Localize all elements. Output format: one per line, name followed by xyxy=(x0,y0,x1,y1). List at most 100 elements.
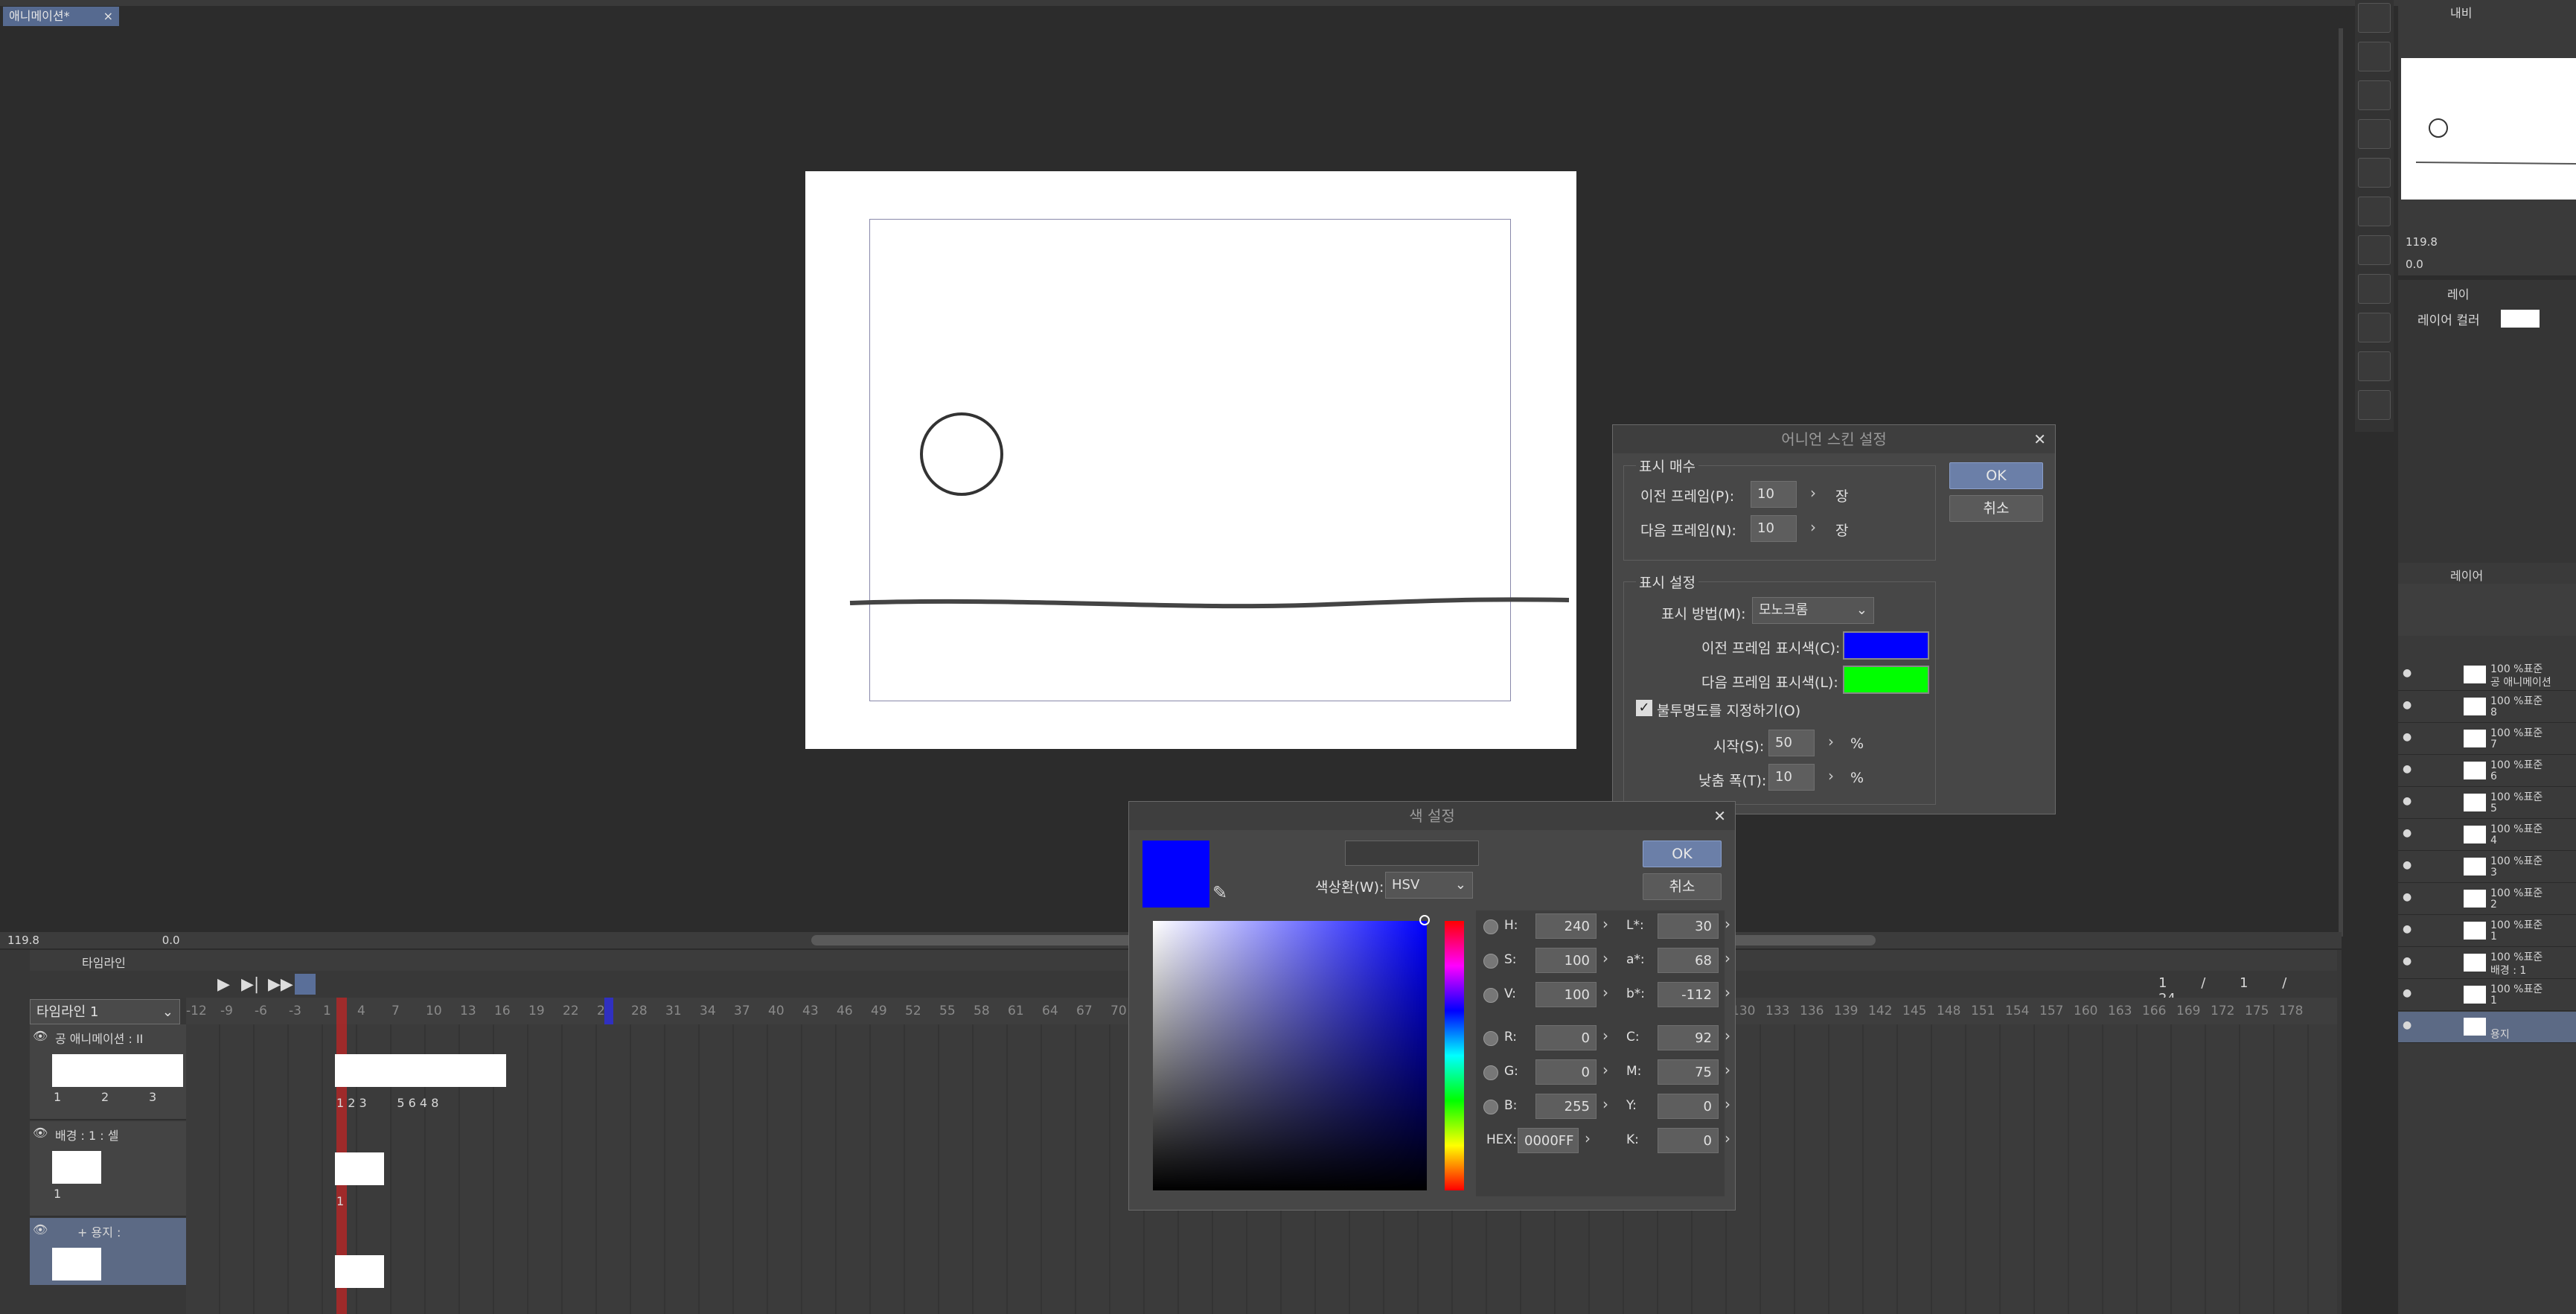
layer-item[interactable]: ● 100 %표준 7 xyxy=(2398,724,2576,755)
command-icon[interactable] xyxy=(2358,274,2391,304)
command-icon[interactable] xyxy=(2358,3,2391,33)
display-method-select[interactable]: 모노크롬 ⌄ xyxy=(1752,597,1874,624)
value-input[interactable]: 100 xyxy=(1535,948,1597,973)
onion-ok-button[interactable]: OK xyxy=(1949,462,2043,489)
color-mode-radio[interactable] xyxy=(1483,1100,1498,1114)
eye-icon[interactable]: ● xyxy=(2403,699,2412,711)
eye-icon[interactable]: ● xyxy=(2403,859,2412,871)
value-input[interactable]: 0000FF xyxy=(1518,1128,1579,1153)
color-mode-radio[interactable] xyxy=(1483,954,1498,969)
value-input[interactable]: 100 xyxy=(1535,982,1597,1007)
value-input[interactable]: 30 xyxy=(1658,913,1719,939)
next-frame-input[interactable]: 10 xyxy=(1751,515,1797,542)
hue-slider[interactable] xyxy=(1445,921,1464,1190)
navigator-preview[interactable] xyxy=(2401,58,2576,200)
value-input[interactable]: 0 xyxy=(1535,1025,1597,1050)
next-color-swatch[interactable] xyxy=(1843,666,1929,694)
value-input[interactable]: 255 xyxy=(1535,1094,1597,1119)
color-mode-radio[interactable] xyxy=(1483,1065,1498,1080)
command-icon[interactable] xyxy=(2358,119,2391,149)
opacity-checkbox[interactable]: ✓ xyxy=(1636,700,1652,716)
navigator-tab[interactable]: 내비 xyxy=(2450,3,2472,21)
document-tab[interactable]: 애니메이션* × xyxy=(3,7,119,26)
prev-frame-input[interactable]: 10 xyxy=(1751,481,1797,508)
navigator-zoom[interactable]: 119.8 xyxy=(2406,235,2438,249)
zoom-readout[interactable]: 119.8 xyxy=(7,934,39,947)
sv-picker[interactable] xyxy=(1153,921,1427,1190)
eye-icon[interactable]: ● xyxy=(2403,955,2412,967)
eye-icon[interactable]: 👁 xyxy=(33,1029,48,1043)
layer-item[interactable]: ● 100 %표준 1 xyxy=(2398,980,2576,1011)
track-ball[interactable]: 👁 공 애니메이션 : II 1 2 3 xyxy=(30,1024,186,1120)
layer-item[interactable]: ● 100 %표준 1 xyxy=(2398,916,2576,947)
value-input[interactable]: 68 xyxy=(1658,948,1719,973)
layer-color-swatch[interactable] xyxy=(2501,310,2540,328)
track-paper[interactable]: 👁 + 용지 : xyxy=(30,1218,186,1285)
navigator-angle[interactable]: 0.0 xyxy=(2406,258,2423,271)
layer-item[interactable]: ● 100 %표준 5 xyxy=(2398,788,2576,819)
color-mode-radio[interactable] xyxy=(1483,988,1498,1003)
color-mode-icons[interactable] xyxy=(1345,841,1479,866)
eyedropper-icon[interactable]: ✎ xyxy=(1212,882,1227,903)
timeline-tab[interactable]: 타임라인 xyxy=(82,953,126,971)
value-input[interactable]: 0 xyxy=(1658,1128,1719,1153)
eye-icon[interactable]: 👁 xyxy=(33,1222,48,1237)
eye-icon[interactable]: ● xyxy=(2403,987,2412,999)
layer-item[interactable]: ● 100 %표준 6 xyxy=(2398,756,2576,787)
value-input[interactable]: -112 xyxy=(1658,982,1719,1007)
start-input[interactable]: 50 xyxy=(1768,730,1815,756)
close-icon[interactable]: ✕ xyxy=(1713,802,1726,830)
onion-cancel-button[interactable]: 취소 xyxy=(1949,495,2043,522)
layer-item[interactable]: ● 100 %표준 공 애니메이션 xyxy=(2398,660,2576,691)
layer-property-tab[interactable]: 레이 xyxy=(2447,284,2469,302)
end-marker[interactable] xyxy=(604,998,613,1024)
value-input[interactable]: 240 xyxy=(1535,913,1597,939)
eye-icon[interactable]: ● xyxy=(2403,923,2412,935)
layer-item[interactable]: ● 100 %표준 3 xyxy=(2398,852,2576,883)
timeline-select[interactable]: 타임라인 1 ⌄ xyxy=(30,999,180,1024)
prev-color-swatch[interactable] xyxy=(1843,631,1929,660)
layer-item[interactable]: ● 100 %표준 배경 : 1 xyxy=(2398,948,2576,979)
close-icon[interactable]: × xyxy=(103,7,113,26)
color-mode-radio[interactable] xyxy=(1483,919,1498,934)
eye-icon[interactable]: ● xyxy=(2403,1019,2412,1031)
layer-item[interactable]: ● 100 %표준 8 xyxy=(2398,692,2576,723)
command-icon[interactable] xyxy=(2358,390,2391,420)
vertical-scrollbar[interactable] xyxy=(2339,28,2343,937)
layer-tab[interactable]: 레이어 xyxy=(2450,566,2483,584)
color-mode-radio[interactable] xyxy=(1483,1031,1498,1046)
color-ok-button[interactable]: OK xyxy=(1643,841,1722,867)
color-cancel-button[interactable]: 취소 xyxy=(1643,873,1722,900)
layer-item[interactable]: ● 용지 xyxy=(2398,1012,2576,1043)
play-icon[interactable]: ▶ xyxy=(217,975,230,994)
value-input[interactable]: 0 xyxy=(1658,1094,1719,1119)
eye-icon[interactable]: ● xyxy=(2403,731,2412,743)
eye-icon[interactable]: ● xyxy=(2403,827,2412,839)
gamut-select[interactable]: HSV ⌄ xyxy=(1385,872,1473,899)
command-icon[interactable] xyxy=(2358,80,2391,110)
track-ball-frames[interactable] xyxy=(335,1054,506,1087)
command-icon[interactable] xyxy=(2358,235,2391,265)
close-icon[interactable]: ✕ xyxy=(2033,425,2046,453)
last-frame-icon[interactable]: ▶▶ xyxy=(268,975,293,994)
next-frame-icon[interactable]: ▶| xyxy=(241,975,259,994)
track-bg-frame[interactable] xyxy=(335,1152,384,1185)
step-input[interactable]: 10 xyxy=(1768,764,1815,791)
command-icon[interactable] xyxy=(2358,313,2391,342)
sv-cursor[interactable] xyxy=(1419,915,1430,925)
eye-icon[interactable]: ● xyxy=(2403,795,2412,807)
value-input[interactable]: 92 xyxy=(1658,1025,1719,1050)
value-input[interactable]: 0 xyxy=(1535,1059,1597,1085)
track-background[interactable]: 👁 배경 : 1 : 셀 1 xyxy=(30,1121,186,1216)
layer-item[interactable]: ● 100 %표준 2 xyxy=(2398,884,2576,915)
command-icon[interactable] xyxy=(2358,351,2391,381)
eye-icon[interactable]: 👁 xyxy=(33,1126,48,1140)
eye-icon[interactable]: ● xyxy=(2403,667,2412,679)
eye-icon[interactable]: ● xyxy=(2403,891,2412,903)
angle-readout[interactable]: 0.0 xyxy=(162,934,180,947)
command-icon[interactable] xyxy=(2358,197,2391,226)
command-icon[interactable] xyxy=(2358,42,2391,71)
eye-icon[interactable]: ● xyxy=(2403,763,2412,775)
track-paper-frame[interactable] xyxy=(335,1255,384,1288)
command-icon[interactable] xyxy=(2358,158,2391,188)
